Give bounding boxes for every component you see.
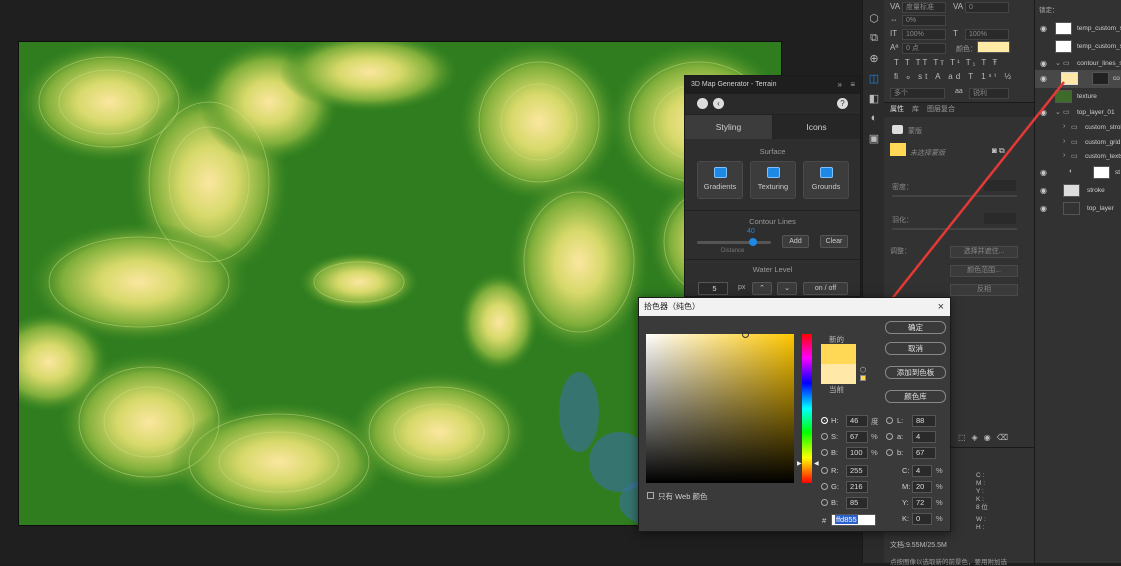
lab-b-input[interactable]: 67 (912, 447, 936, 459)
r-input[interactable]: 255 (846, 465, 868, 477)
current-color-label: 当前 (829, 385, 844, 394)
radio-blue[interactable] (821, 499, 828, 506)
y-label: Y: (902, 498, 909, 507)
saturation-brightness-field[interactable] (646, 331, 794, 483)
c-label: C: (902, 466, 910, 475)
cube-icon[interactable]: ⬡ (860, 366, 866, 374)
hue-slider-right-arrow[interactable]: ◀ (814, 460, 819, 467)
r-label: R: (831, 466, 839, 475)
blue-input[interactable]: 85 (846, 497, 868, 509)
a-input[interactable]: 4 (912, 431, 936, 443)
k-unit: % (936, 514, 943, 523)
color-field-cursor[interactable] (742, 331, 749, 338)
s-label: S: (831, 432, 839, 441)
new-color-swatch (821, 344, 856, 364)
hex-value: ffd855 (835, 515, 858, 524)
g-label: G: (831, 482, 839, 491)
radio-lab-b[interactable] (886, 449, 893, 456)
add-to-swatches-button[interactable]: 添加到色板 (885, 366, 946, 379)
k-input[interactable]: 0 (912, 513, 932, 525)
radio-s[interactable] (821, 433, 828, 440)
cancel-button[interactable]: 取消 (885, 342, 946, 355)
hex-input[interactable]: ffd855 (831, 514, 876, 526)
radio-r[interactable] (821, 467, 828, 474)
m-label: M: (902, 482, 911, 491)
l-input[interactable]: 88 (912, 415, 936, 427)
radio-h[interactable] (821, 417, 828, 424)
radio-b[interactable] (821, 449, 828, 456)
web-only-label: 只有 Web 颜色 (658, 492, 708, 501)
radio-l[interactable] (886, 417, 893, 424)
hex-label: # (822, 516, 827, 525)
k-label: K: (902, 514, 910, 523)
hue-slider-left-arrow[interactable]: ▶ (797, 460, 802, 467)
b-label: B: (831, 448, 839, 457)
y-unit: % (936, 498, 943, 507)
b-input[interactable]: 100 (846, 447, 868, 459)
web-only-checkbox[interactable] (647, 492, 654, 499)
c-unit: % (936, 466, 943, 475)
h-label: H: (831, 416, 839, 425)
b-unit: % (871, 448, 878, 457)
current-color-swatch[interactable] (821, 364, 856, 384)
ok-button[interactable]: 确定 (885, 321, 946, 334)
m-unit: % (936, 482, 943, 491)
web-safe-swatch[interactable] (860, 375, 866, 381)
dialog-title: 拾色器（纯色） (644, 302, 700, 311)
blue-label: B: (831, 498, 839, 507)
color-libraries-button[interactable]: 颜色库 (885, 390, 946, 403)
l-label: L: (897, 416, 904, 425)
dialog-title-bar[interactable]: 拾色器（纯色） × (639, 298, 950, 316)
h-input[interactable]: 46 (846, 415, 868, 427)
a-label: a: (897, 432, 904, 441)
g-input[interactable]: 216 (846, 481, 868, 493)
hue-slider[interactable] (802, 334, 812, 483)
radio-a[interactable] (886, 433, 893, 440)
s-input[interactable]: 67 (846, 431, 868, 443)
m-input[interactable]: 20 (912, 481, 932, 493)
radio-g[interactable] (821, 483, 828, 490)
c-input[interactable]: 4 (912, 465, 932, 477)
color-picker-dialog: 拾色器（纯色） × ▶ ◀ 新的 当前 ⬡ 确定 取消 添加到色板 颜色库 H:… (638, 297, 951, 532)
lab-b-label: b: (897, 448, 904, 457)
h-unit: 度 (871, 417, 879, 426)
y-input[interactable]: 72 (912, 497, 932, 509)
s-unit: % (871, 432, 878, 441)
annotation-arrow (880, 81, 1065, 314)
close-icon[interactable]: × (938, 298, 944, 316)
